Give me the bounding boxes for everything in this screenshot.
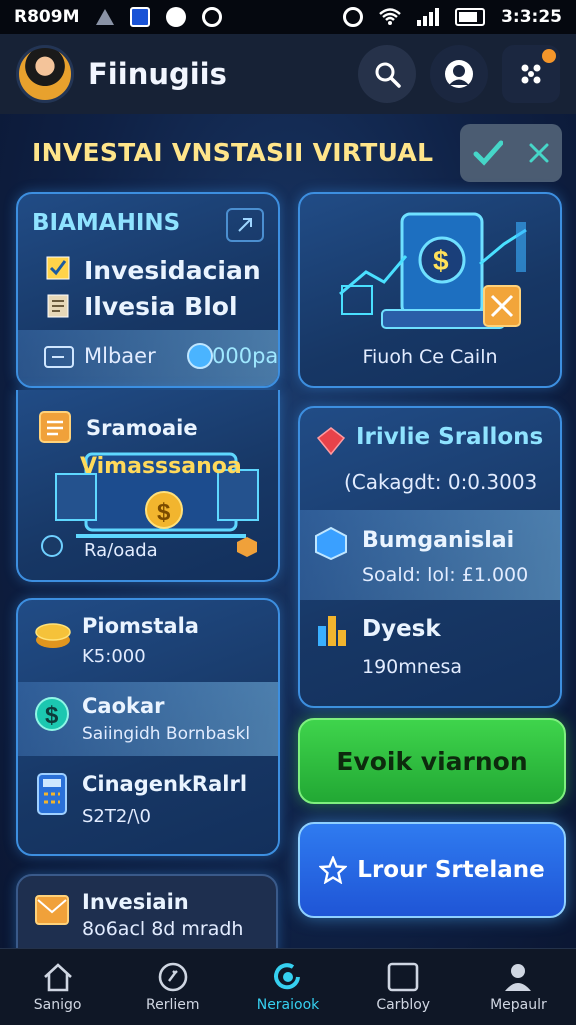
asset-row-2-value: Saiingidh Bornbaskl (82, 724, 251, 744)
envelope-icon (35, 895, 69, 925)
coin-icon (187, 343, 213, 369)
nav-label-profile: Mepaulr (490, 997, 547, 1013)
status-time: 3:3:25 (501, 7, 562, 27)
app-title: Fiinugiis (88, 57, 227, 91)
apps-button[interactable] (502, 45, 560, 103)
wallet-item-2-title: Dyesk (362, 616, 441, 642)
user-icon (445, 60, 473, 88)
svg-text:$: $ (157, 499, 171, 526)
checkbox-icon[interactable] (46, 256, 70, 280)
status-left-text: R809M (14, 7, 80, 27)
balance-item-1: Invesidacian (84, 256, 261, 285)
balance-card-title: BIAMAHINS (32, 210, 181, 236)
calculator-icon (37, 773, 67, 815)
investment-card-sub: 8o6acl 8d mradh (82, 918, 244, 940)
hex-badge-icon (237, 537, 257, 557)
simulation-title: Sramoaie (86, 416, 198, 440)
svg-text:$: $ (45, 702, 59, 729)
tablet-icon (387, 962, 419, 992)
expand-button[interactable] (226, 208, 264, 242)
nav-item-home[interactable]: Sanigo (0, 949, 115, 1025)
signal-icon (417, 8, 440, 26)
blue-action-button[interactable]: Lrour Srtelane (298, 822, 566, 918)
battery-icon (455, 8, 486, 26)
nav-label-active: Neraiook (256, 997, 320, 1013)
finance-illustration-card[interactable]: $ Fiuoh Ce Cailn (298, 192, 562, 388)
section-header: INVESTAI VNSTASII VIRTUAL (0, 116, 576, 192)
expand-icon (238, 218, 252, 232)
close-icon[interactable] (528, 142, 550, 164)
dollar-coin-icon: $ (35, 697, 69, 731)
nav-item-active[interactable]: Neraiook (230, 949, 345, 1025)
profile-icon (505, 964, 532, 991)
green-action-label: Evoik viarnon (336, 746, 528, 776)
finance-illustration: $ (339, 212, 527, 329)
compass-icon (158, 962, 188, 992)
alarm-icon (343, 7, 364, 27)
notification-dot-icon (165, 7, 186, 27)
investment-card-title: Invesiain (82, 890, 189, 914)
document-icon (47, 294, 69, 318)
balance-card[interactable]: BIAMAHINS Invesidacian Ilvesia Blol Mlba… (16, 192, 280, 388)
wallet-item-1-sub: Soald: lol: £1.000 (362, 564, 529, 586)
portfolio-icon (39, 411, 71, 443)
wallet-item-2-sub: 190mnesa (362, 656, 463, 678)
warning-icon (95, 9, 114, 25)
svg-text:$: $ (433, 245, 449, 276)
coins-icon (35, 623, 71, 648)
avatar[interactable] (16, 45, 74, 103)
wallet-icon (44, 346, 74, 368)
finance-caption: Fiuoh Ce Cailn (362, 346, 498, 368)
assets-list-card[interactable]: Piomstala K5:000 $ Caokar Saiingidh Born… (16, 598, 280, 856)
wallet-summary-card[interactable]: Irivlie Srallons (Cakagdt: 0:0.3003 Bumg… (298, 406, 562, 708)
balance-footer-value: 000pal (212, 344, 280, 368)
ruby-icon (316, 427, 346, 456)
nav-item-cards[interactable]: Carbloy (346, 949, 461, 1025)
asset-row-1-value: K5:000 (82, 646, 146, 667)
notification-badge (542, 49, 556, 63)
asset-row-3-title: CinagenkRalrl (82, 772, 248, 796)
simulation-footer: Ra/oada (84, 540, 158, 561)
globe-icon (41, 535, 63, 557)
star-icon (319, 856, 348, 884)
green-action-button[interactable]: Evoik viarnon (298, 718, 566, 804)
asset-row-3-value: S2T2/\0 (82, 806, 151, 827)
bar-chart-icon (318, 616, 346, 646)
wallet-summary-title: Irivlie Srallons (356, 424, 544, 450)
apps-grid-icon (521, 64, 541, 84)
nav-label-cards: Carbloy (376, 997, 431, 1013)
search-button[interactable] (358, 45, 416, 103)
bottom-navigation: Sanigo Rerliem Neraiook Carbloy Mepaulr (0, 948, 576, 1025)
search-icon (375, 62, 401, 88)
home-icon (43, 963, 72, 992)
leaf-check-icon[interactable] (473, 140, 503, 166)
wifi-icon (379, 8, 401, 25)
asset-row-2-title: Caokar (82, 694, 165, 718)
nav-item-profile[interactable]: Mepaulr (461, 949, 576, 1025)
simulation-banner: Vimasssanoa (80, 454, 242, 479)
app-bar: Fiinugiis (0, 34, 576, 114)
status-bar: R809M 3:3:25 (0, 0, 576, 34)
cube-icon (315, 526, 347, 560)
asset-row-1-title: Piomstala (82, 614, 199, 638)
simulation-card[interactable]: Sramoaie $ Vimasssanoa Ra/oada (16, 390, 280, 582)
nav-item-explore[interactable]: Rerliem (115, 949, 230, 1025)
nav-label-explore: Rerliem (146, 997, 200, 1013)
balance-item-2: Ilvesia Blol (84, 292, 238, 321)
balance-footer-label: Mlbaer (84, 344, 156, 368)
section-heading: INVESTAI VNSTASII VIRTUAL (32, 138, 434, 167)
heading-actions (460, 124, 562, 182)
nav-label-home: Sanigo (33, 997, 82, 1013)
wallet-summary-line: (Cakagdt: 0:0.3003 (344, 470, 538, 494)
refresh-icon (274, 963, 300, 990)
data-saver-icon (201, 7, 222, 27)
app-notification-icon (129, 7, 150, 27)
profile-button[interactable] (430, 45, 488, 103)
blue-action-label: Lrour Srtelane (357, 857, 545, 883)
wallet-item-1-title: Bumganislai (362, 528, 515, 553)
